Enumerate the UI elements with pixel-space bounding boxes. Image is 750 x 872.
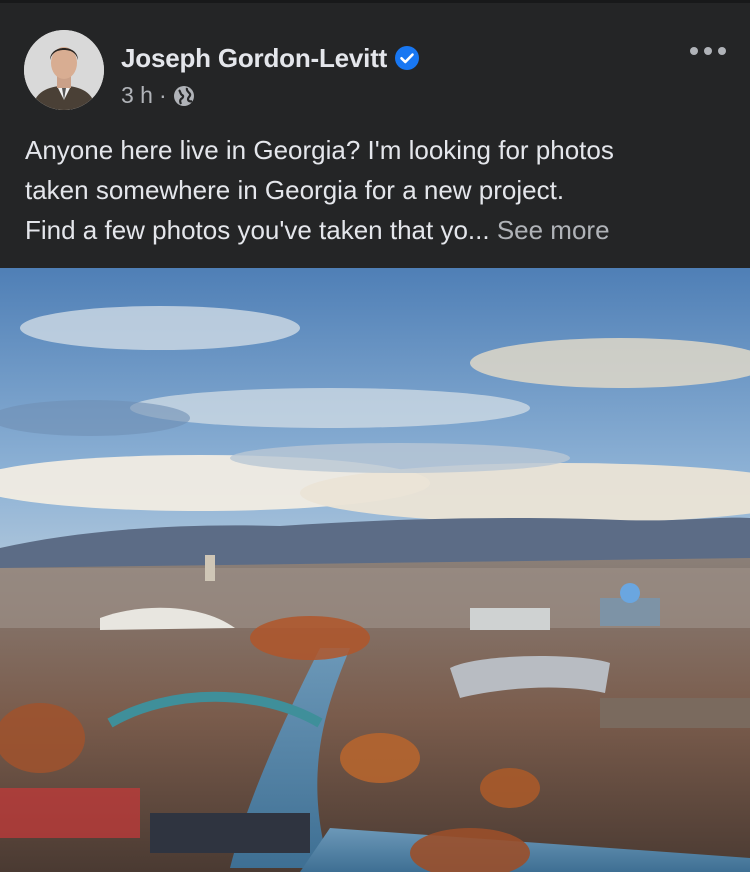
- post-text-line: Anyone here live in Georgia? I'm looking…: [25, 135, 614, 165]
- see-more-link[interactable]: See more: [497, 215, 610, 245]
- globe-icon: [173, 85, 194, 106]
- post-text-truncated: Find a few photos you've taken that yo..…: [25, 215, 490, 245]
- more-dot: [690, 47, 698, 55]
- post-text-line: taken somewhere in Georgia for a new pro…: [25, 175, 565, 205]
- post-meta: 3 h ·: [121, 82, 195, 109]
- more-dot: [718, 47, 726, 55]
- feed-post: Joseph Gordon-Levitt 3 h · Anyone here l…: [0, 0, 750, 872]
- post-timestamp[interactable]: 3 h: [121, 82, 153, 109]
- more-dot: [704, 47, 712, 55]
- verified-badge-icon: [395, 46, 420, 70]
- author-row: Joseph Gordon-Levitt: [121, 41, 420, 75]
- author-avatar[interactable]: [24, 30, 104, 110]
- post-text: Anyone here live in Georgia? I'm looking…: [25, 130, 730, 250]
- author-name[interactable]: Joseph Gordon-Levitt: [121, 43, 387, 74]
- more-options-icon[interactable]: [690, 40, 726, 62]
- meta-separator: ·: [158, 82, 167, 108]
- post-photo[interactable]: [0, 268, 750, 872]
- post-text-line: Find a few photos you've taken that yo..…: [25, 210, 730, 250]
